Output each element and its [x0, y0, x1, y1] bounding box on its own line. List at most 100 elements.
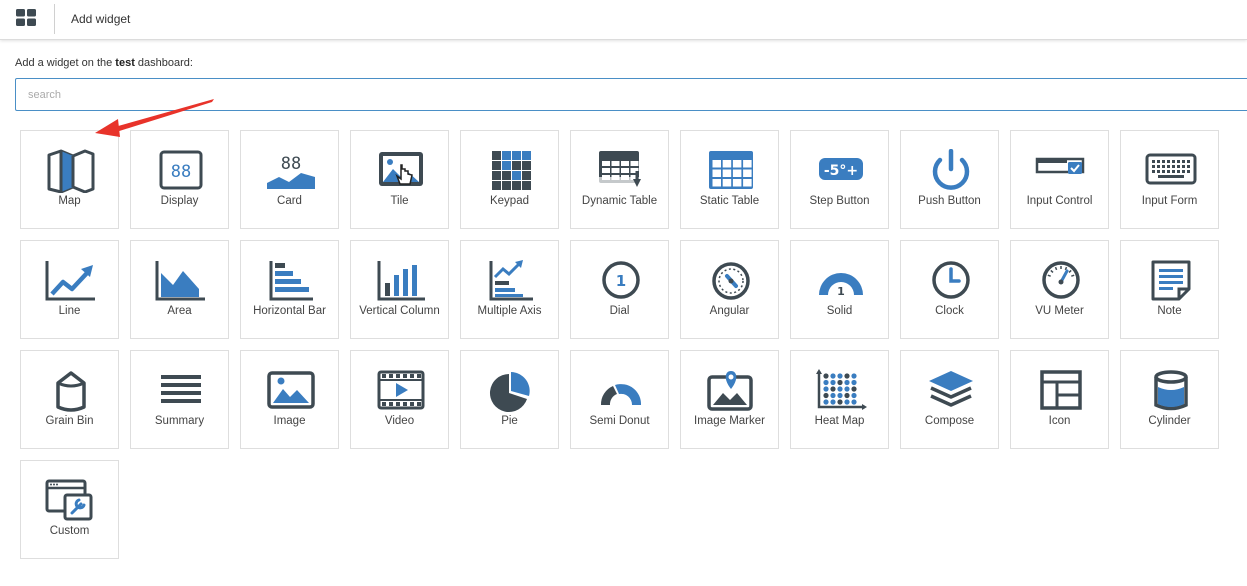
widget-label: Image [273, 415, 306, 427]
widget-label: Map [58, 195, 81, 207]
widget-label: Custom [49, 525, 90, 537]
page-title: Add widget [71, 12, 131, 26]
header-prefix: Add a widget on the [15, 57, 116, 69]
vu-meter-icon [1033, 259, 1089, 303]
widget-input-form[interactable]: Input Form [1120, 130, 1219, 229]
widget-video[interactable]: Video [350, 350, 449, 449]
line-chart-icon [43, 259, 99, 303]
widget-label: Multiple Axis [477, 305, 542, 317]
widget-label: Compose [924, 415, 975, 427]
widget-label: Static Table [699, 195, 760, 207]
widget-note[interactable]: Note [1120, 240, 1219, 339]
widget-label: Vertical Column [359, 305, 440, 317]
widget-label: VU Meter [1035, 305, 1084, 317]
widget-image[interactable]: Image [240, 350, 339, 449]
widget-heat-map[interactable]: Heat Map [790, 350, 889, 449]
heat-map-icon [813, 369, 869, 413]
svg-text:88: 88 [281, 154, 301, 174]
widget-line[interactable]: Line [20, 240, 119, 339]
widget-grain-bin[interactable]: Grain Bin [20, 350, 119, 449]
static-table-icon [703, 149, 759, 193]
solid-gauge-icon: 1 [813, 259, 869, 303]
widget-semi-donut[interactable]: Semi Donut [570, 350, 669, 449]
widget-input-control[interactable]: Input Control [1010, 130, 1109, 229]
widget-keypad[interactable]: Keypad [460, 130, 559, 229]
summary-icon [153, 369, 209, 413]
widget-label: Dial [609, 305, 630, 317]
widget-label: Step Button [809, 195, 870, 207]
video-icon [373, 369, 429, 413]
widget-push-button[interactable]: Push Button [900, 130, 999, 229]
push-button-icon [923, 148, 979, 193]
note-icon [1143, 259, 1199, 303]
horizontal-bar-icon [263, 259, 319, 303]
widget-label: Pie [501, 415, 518, 427]
widget-multiple-axis[interactable]: Multiple Axis [460, 240, 559, 339]
widget-label: Card [277, 195, 302, 207]
widget-label: Angular [709, 305, 750, 317]
clock-icon [923, 259, 979, 303]
widget-label: Cylinder [1148, 415, 1191, 427]
display-icon: 88 [153, 149, 209, 193]
topbar-divider [54, 4, 55, 34]
widget-map[interactable]: Map [20, 130, 119, 229]
pie-icon [483, 369, 539, 413]
widget-icon[interactable]: Icon [1010, 350, 1109, 449]
widget-solid[interactable]: 1 Solid [790, 240, 889, 339]
widget-label: Input Form [1141, 195, 1198, 207]
widget-clock[interactable]: Clock [900, 240, 999, 339]
top-bar: Add widget [0, 0, 1247, 40]
dynamic-table-icon [593, 149, 649, 193]
widget-label: Clock [935, 305, 964, 317]
widget-label: Line [58, 305, 81, 317]
search-input[interactable] [15, 78, 1247, 111]
widget-label: Horizontal Bar [253, 305, 326, 317]
widget-tile[interactable]: Tile [350, 130, 449, 229]
header-suffix: dashboard: [134, 57, 193, 69]
widget-dynamic-table[interactable]: Dynamic Table [570, 130, 669, 229]
step-button-icon: -5°+ [813, 149, 869, 193]
multiple-axis-icon [483, 259, 539, 303]
input-control-icon [1033, 149, 1089, 193]
widget-display[interactable]: 88 Display [130, 130, 229, 229]
widget-label: Grain Bin [45, 415, 94, 427]
widget-card[interactable]: 88 Card [240, 130, 339, 229]
widget-label: Display [160, 195, 199, 207]
widget-label: Solid [826, 305, 853, 317]
svg-text:1: 1 [616, 272, 626, 290]
svg-text:1: 1 [837, 285, 845, 298]
icon-layout-icon [1033, 369, 1089, 413]
widget-custom[interactable]: Custom [20, 460, 119, 559]
widget-summary[interactable]: Summary [130, 350, 229, 449]
dial-icon: 1 [593, 259, 649, 303]
widget-image-marker[interactable]: Image Marker [680, 350, 779, 449]
widget-dial[interactable]: 1 Dial [570, 240, 669, 339]
widget-label: Dynamic Table [581, 195, 658, 207]
widget-label: Tile [390, 195, 409, 207]
widget-compose[interactable]: Compose [900, 350, 999, 449]
angular-gauge-icon [703, 259, 759, 303]
widget-horizontal-bar[interactable]: Horizontal Bar [240, 240, 339, 339]
widget-label: Icon [1048, 415, 1071, 427]
widget-label: Summary [154, 415, 205, 427]
grid-apps-icon[interactable] [16, 9, 37, 27]
widget-angular[interactable]: Angular [680, 240, 779, 339]
widget-vertical-column[interactable]: Vertical Column [350, 240, 449, 339]
image-marker-icon [703, 369, 759, 413]
area-chart-icon [153, 259, 209, 303]
widget-label: Image Marker [694, 415, 765, 427]
image-icon [263, 369, 319, 413]
svg-text:88: 88 [171, 162, 191, 182]
widget-vu-meter[interactable]: VU Meter [1010, 240, 1109, 339]
widget-label: Push Button [918, 195, 981, 207]
keypad-icon [483, 149, 539, 193]
input-form-icon [1143, 149, 1199, 193]
svg-text:-5°+: -5°+ [824, 163, 858, 179]
widget-pie[interactable]: Pie [460, 350, 559, 449]
widget-label: Semi Donut [589, 415, 650, 427]
widget-cylinder[interactable]: Cylinder [1120, 350, 1219, 449]
widget-static-table[interactable]: Static Table [680, 130, 779, 229]
widget-step-button[interactable]: -5°+ Step Button [790, 130, 889, 229]
widget-area[interactable]: Area [130, 240, 229, 339]
compose-icon [923, 369, 979, 413]
